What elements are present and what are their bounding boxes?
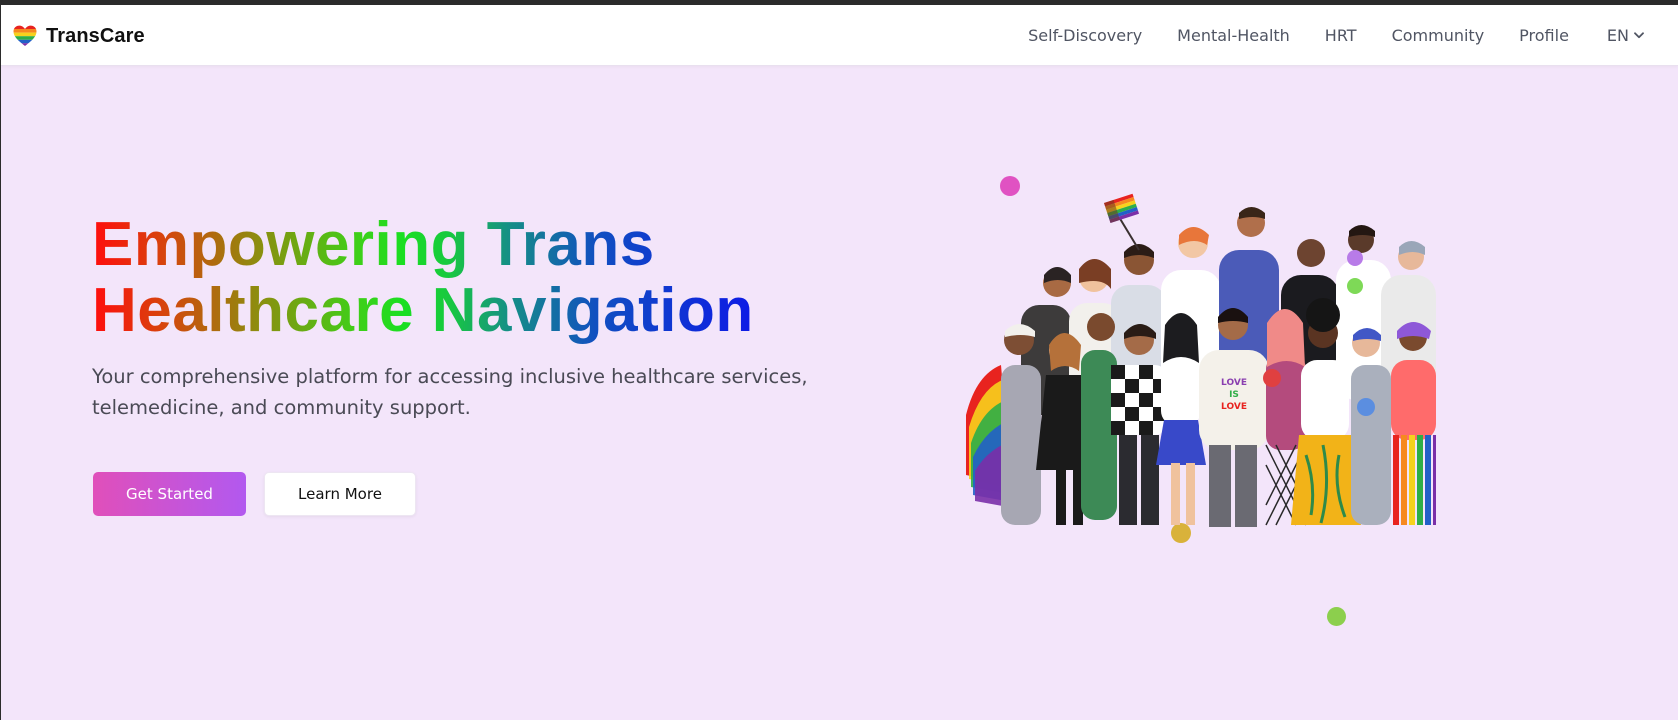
decor-dot-green [1327,607,1346,626]
language-selector[interactable]: EN [1607,26,1644,45]
hero-subtitle-line-1: Your comprehensive platform for accessin… [92,365,808,388]
main-nav: Self-Discovery Mental-Health HRT Communi… [1028,5,1644,66]
learn-more-button[interactable]: Learn More [264,472,416,516]
community-illustration: LOVE IS LOVE [966,193,1436,527]
decor-dot-red [1263,369,1281,387]
decor-dot-blue [1357,398,1375,416]
get-started-button[interactable]: Get Started [93,472,246,516]
brand-name: TransCare [46,24,145,47]
decor-dot-purple [1347,250,1363,266]
nav-profile[interactable]: Profile [1519,26,1569,45]
language-label: EN [1606,26,1629,45]
chevron-down-icon [1634,32,1644,39]
hero-title: Empowering Trans Healthcare Navigation [92,212,754,344]
nav-self-discovery[interactable]: Self-Discovery [1028,26,1142,45]
decor-dot-lime [1347,278,1363,294]
shirt-text-2: IS [1229,390,1239,400]
navbar: TransCare Self-Discovery Mental-Health H… [1,5,1678,66]
hero-subtitle: Your comprehensive platform for accessin… [92,361,812,423]
nav-mental-health[interactable]: Mental-Health [1177,26,1290,45]
rainbow-heart-icon [13,25,37,46]
nav-hrt[interactable]: HRT [1325,26,1357,45]
shirt-text-1: LOVE [1221,378,1247,388]
pride-flag [1104,193,1140,251]
hero-subtitle-line-2: telemedicine, and community support. [92,396,471,419]
shirt-text-3: LOVE [1221,402,1247,412]
nav-community[interactable]: Community [1392,26,1485,45]
brand-logo[interactable]: TransCare [13,22,145,50]
hero-title-line-2: Healthcare Navigation [92,276,754,345]
page: TransCare Self-Discovery Mental-Health H… [1,5,1678,720]
hero-title-line-1: Empowering Trans [92,210,655,279]
